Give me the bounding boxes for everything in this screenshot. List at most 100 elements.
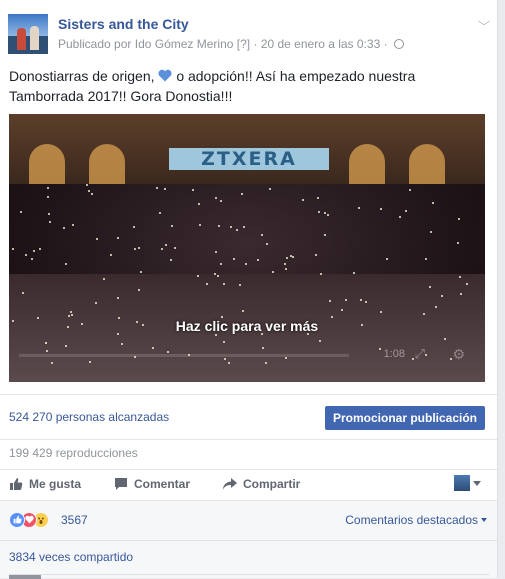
video-player[interactable]: ZTXERA 1:08 ⤢ ⚙ Haz clic para ver más [9,114,485,382]
crowd-light [430,231,432,233]
crowd-light [223,341,225,343]
divider [0,394,497,395]
thumbs-up-icon [10,478,23,490]
fullscreen-icon[interactable]: ⤢ [415,346,425,362]
crowd-light [466,283,468,285]
crowd-light [49,221,51,223]
crowd-light [197,275,199,277]
crowd-light [460,293,462,295]
share-button[interactable]: Compartir [222,477,300,491]
action-bar: Me gusta Comentar Compartir [0,470,497,500]
globe-icon [393,39,404,49]
crowd-light [192,189,194,191]
crowd-light [33,250,35,252]
post-text-part1: Donostiarras de origen, [9,68,155,84]
caret-down-icon [481,518,487,522]
crowd-light [230,226,232,228]
crowd-light [317,197,319,199]
reach-link[interactable]: 524 270 personas alcanzadas [9,410,169,424]
crowd-light [327,214,329,216]
crowd-light [86,184,88,186]
crowd-light [70,311,72,313]
crowd-light [152,347,154,349]
crowd-light [31,258,33,260]
video-caption[interactable]: Haz clic para ver más [9,318,485,334]
crowd-light [243,226,245,228]
crowd-light [218,225,220,227]
comment-button[interactable]: Comentar [114,477,190,491]
crowd-light [215,251,217,253]
meta-prefix: Publicado por [58,37,132,51]
crowd-light [103,278,105,280]
page-avatar[interactable] [8,14,48,54]
crowd-light [156,187,158,189]
divider [0,540,497,541]
crowd-light [444,338,446,340]
crowd-light [63,227,65,229]
crowd-light [39,248,41,250]
crowd-light [380,208,382,210]
crowd-light [161,248,163,250]
crowd-light [220,200,222,202]
crowd-light [329,300,331,302]
crowd-light [20,211,22,213]
page-name-link[interactable]: Sisters and the City [58,16,189,32]
crowd-light [285,268,287,270]
top-comments-dropdown[interactable]: Comentarios destacados [345,513,487,527]
crowd-light [71,314,73,316]
crowd-light [315,254,317,256]
crowd-light [133,226,135,228]
identity-chooser[interactable] [454,475,481,491]
crowd-light [341,309,343,311]
chevron-down-icon[interactable]: ⌵ [472,14,496,30]
post-date[interactable]: · 20 de enero a las 0:33 · [253,37,387,51]
crowd-light [165,244,167,246]
crowd-light [46,350,48,352]
crowd-light [217,275,219,277]
crowd-light [215,334,217,336]
crowd-light [286,257,288,259]
crowd-light [239,284,241,286]
author-link[interactable]: Ido Gómez Merino [135,37,234,51]
promote-post-button[interactable]: Promocionar publicación [325,406,485,430]
crowd-light [198,203,200,205]
crowd-light [88,190,90,192]
crowd-light [242,310,244,312]
like-button[interactable]: Me gusta [9,477,81,491]
crowd-light [320,273,322,275]
caret-down-icon [473,480,481,486]
crowd-light [233,258,235,260]
crowd-light [262,347,264,349]
comment-label: Comentar [134,477,191,491]
crowd-light [170,259,172,261]
reaction-count[interactable]: 3567 [61,513,88,527]
divider [0,439,497,440]
crowd-light [117,237,119,239]
crowd-light [72,224,74,226]
settings-icon[interactable]: ⚙ [452,346,465,363]
top-comments-label: Comentarios destacados [345,513,478,527]
crowd-light [48,213,50,215]
shares-link[interactable]: 3834 veces compartido [9,550,133,564]
crowd-light [265,362,267,364]
crowd-light [159,212,161,214]
video-banner: ZTXERA [169,148,329,170]
help-marker[interactable]: [?] [237,37,250,51]
crowd-light [425,258,427,260]
crowd-light [302,199,304,201]
crowd-light [318,211,320,213]
crowd-light [324,234,326,236]
crowd-light [423,313,425,315]
share-label: Compartir [243,477,301,491]
crowd-light [432,202,434,204]
blue-heart-icon [158,69,172,82]
crowd-light [324,212,326,214]
video-progress-bar[interactable] [19,354,349,357]
crowd-light [405,210,407,212]
divider [0,500,497,501]
crowd-light [358,207,360,209]
identity-avatar [454,475,470,491]
post-text: Donostiarras de origen, o adopción!! Así… [9,66,489,106]
crowd-light [22,292,24,294]
crowd-light [399,216,401,218]
